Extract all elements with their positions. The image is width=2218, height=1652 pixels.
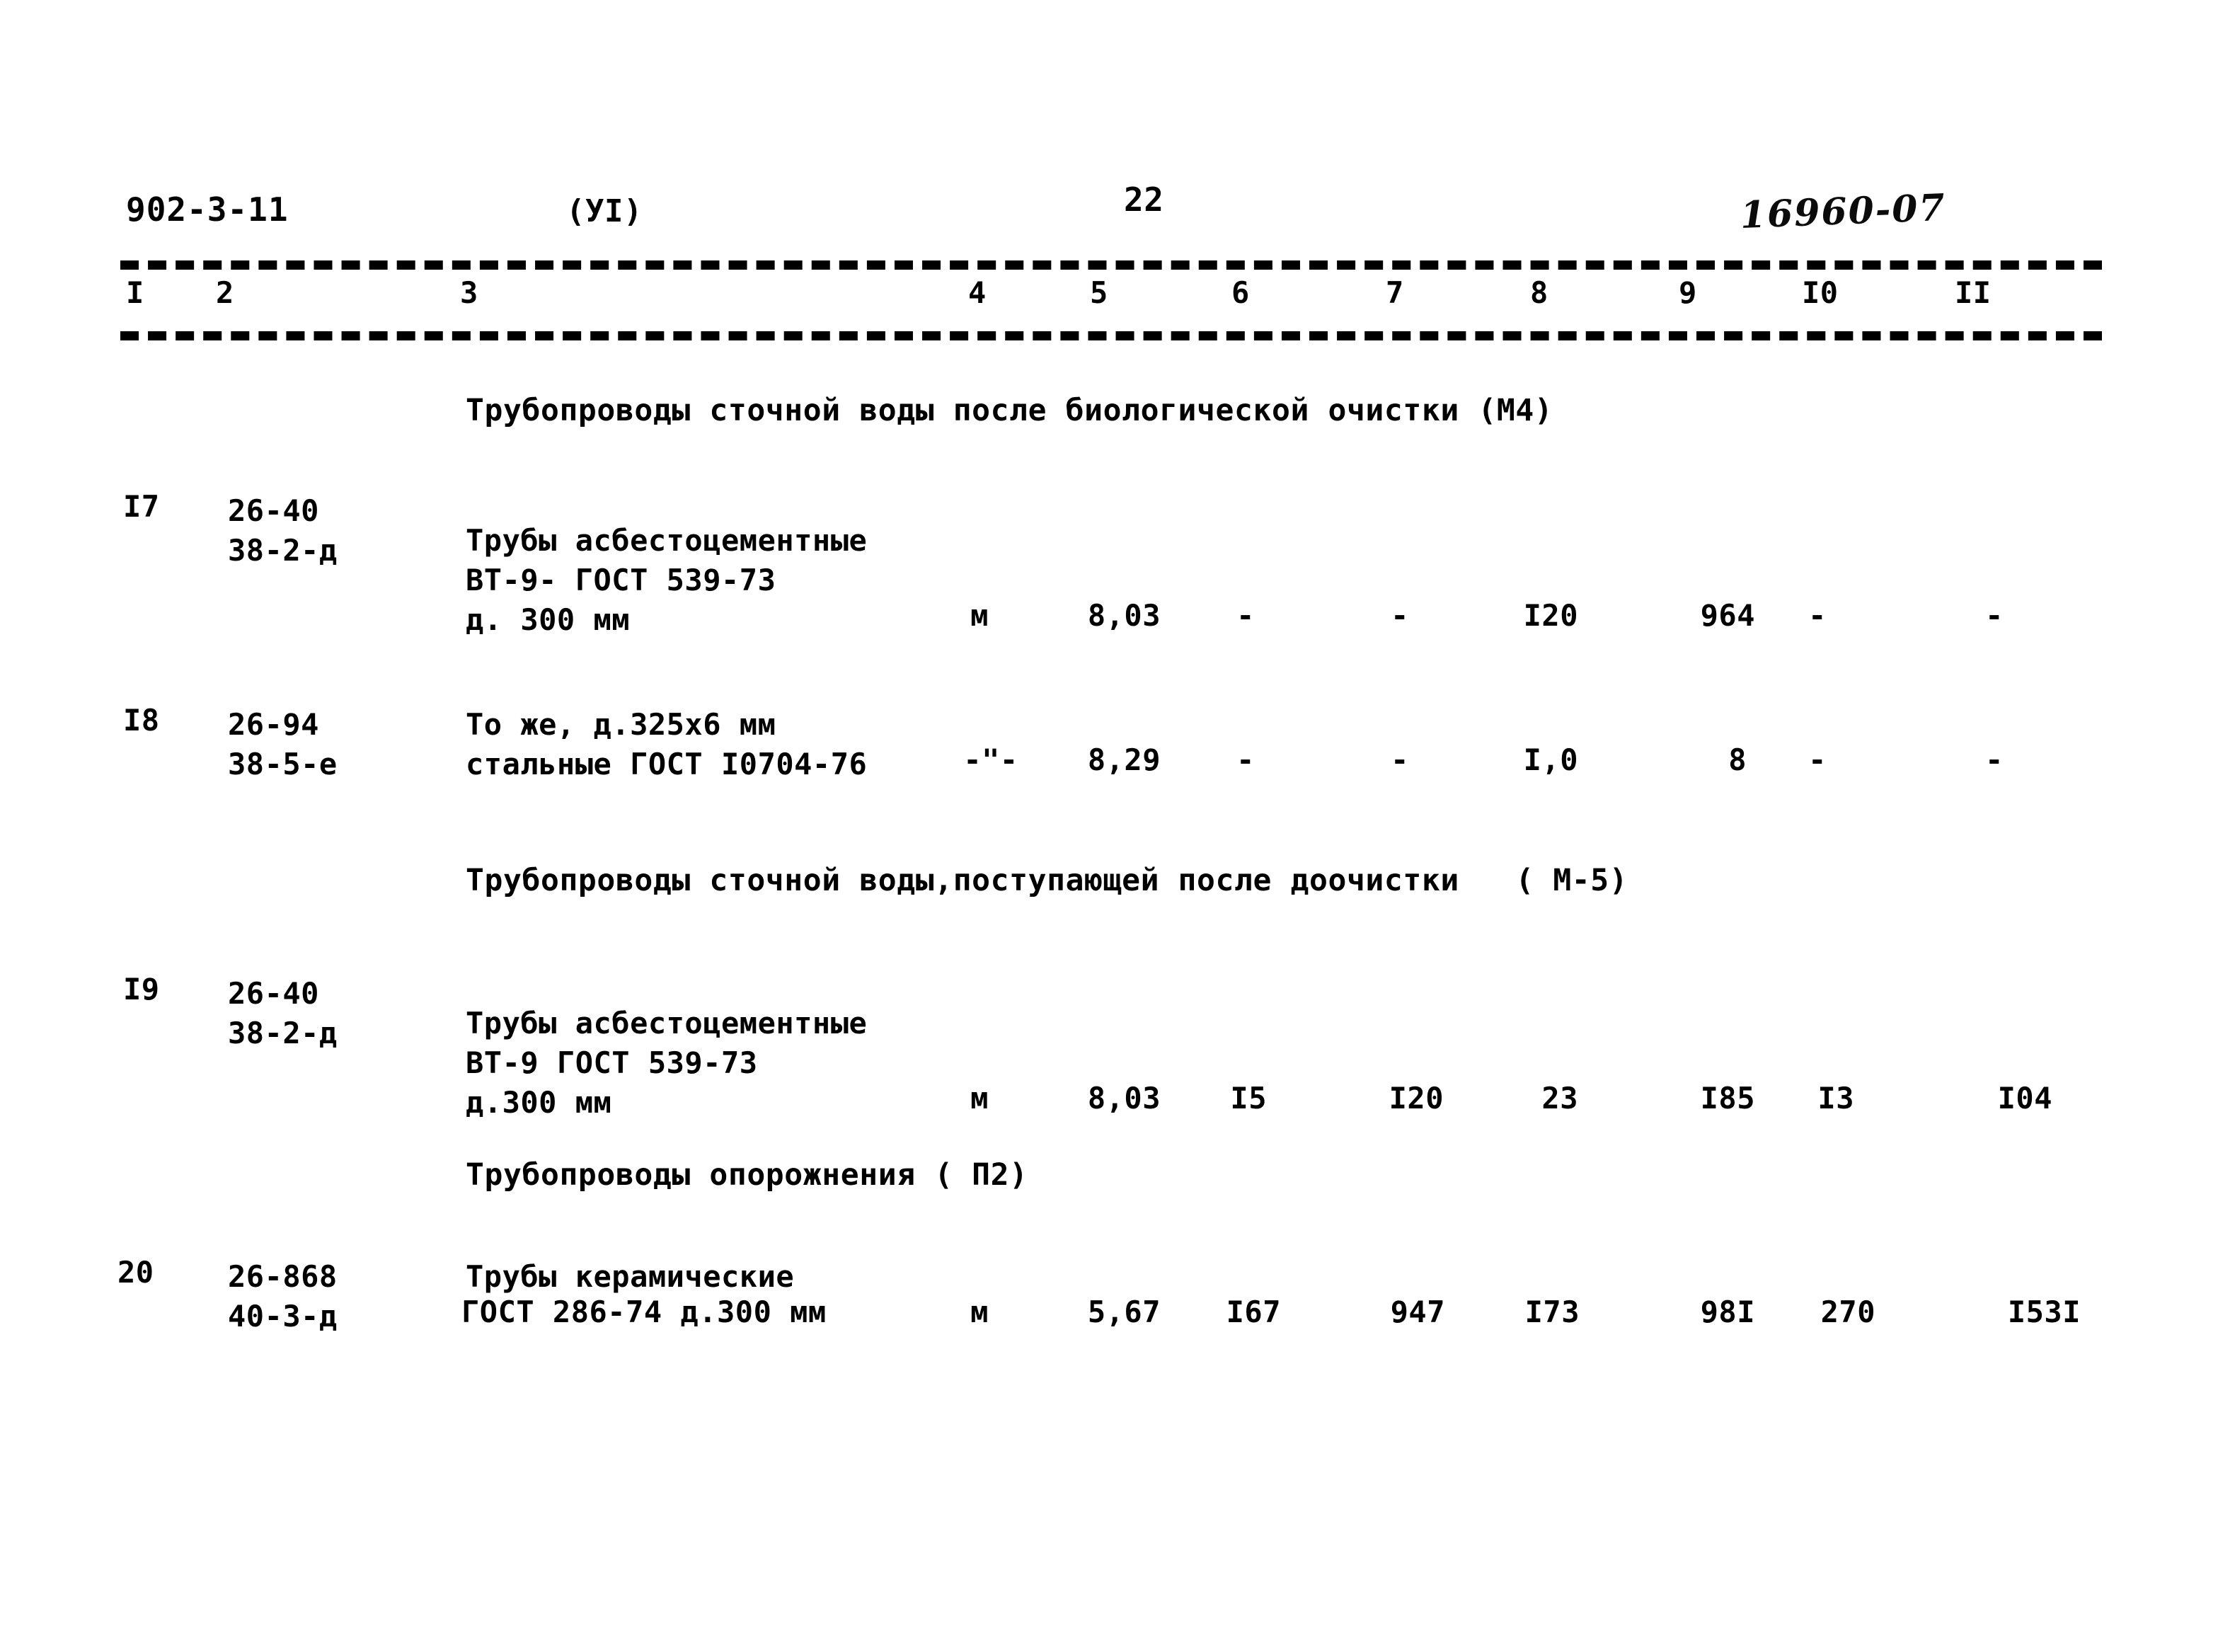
column-number-5: 5 — [1090, 275, 1108, 310]
row-description-line: ВТ-9- ГОСТ 539-73 — [466, 563, 776, 597]
column-number-4: 4 — [968, 275, 987, 310]
row-description-line: То же, д.325х6 мм — [466, 707, 776, 742]
row-value-8: 23 — [1541, 1081, 1578, 1115]
table-top-rule — [120, 260, 2102, 270]
row-value-5: 8,03 — [1087, 598, 1161, 633]
row-code-secondary: 38-2-д — [228, 1016, 338, 1050]
row-description-line: д.300 мм — [466, 1085, 612, 1120]
row-value-8: I73 — [1524, 1295, 1580, 1329]
row-value-10: 270 — [1820, 1295, 1875, 1329]
row-value-8: I,0 — [1523, 742, 1578, 777]
row-value-11: - — [1985, 742, 2004, 777]
row-value-9: 8 — [1728, 742, 1747, 777]
column-number-2: 2 — [216, 275, 234, 310]
row-number: I8 — [123, 703, 160, 738]
row-value-11: I04 — [1997, 1081, 2052, 1115]
row-value-5: 5,67 — [1087, 1295, 1161, 1329]
column-number-6: 6 — [1231, 275, 1250, 310]
row-value-6: - — [1236, 598, 1255, 633]
row-value-8: I20 — [1523, 598, 1578, 633]
row-value-10: - — [1808, 742, 1827, 777]
row-description-line: ВТ-9 ГОСТ 539-73 — [466, 1045, 758, 1080]
row-code-secondary: 40-3-д — [228, 1299, 338, 1333]
document-code: 902-3-11 — [126, 190, 289, 229]
row-unit: м — [970, 598, 989, 633]
section-heading-2: Трубопроводы сточной воды,поступающей по… — [466, 863, 1628, 898]
row-value-7: - — [1391, 598, 1409, 633]
row-value-11: - — [1985, 598, 2004, 633]
row-value-6: - — [1236, 742, 1255, 777]
row-code-primary: 26-94 — [228, 707, 319, 742]
row-value-5: 8,29 — [1087, 742, 1161, 777]
row-value-9: 964 — [1700, 598, 1755, 633]
row-code-secondary: 38-2-д — [228, 533, 338, 568]
row-unit: м — [970, 1295, 989, 1329]
document-page: 902-3-11 (УI) 22 16960-07 I 2 3 4 5 6 7 … — [0, 0, 2218, 1652]
column-number-1: I — [126, 275, 144, 310]
row-description-line: Трубы асбестоцементные — [466, 1006, 868, 1040]
row-value-9: I85 — [1700, 1081, 1755, 1115]
page-number: 22 — [1124, 180, 1164, 219]
row-number: I7 — [123, 489, 160, 524]
row-code-primary: 26-868 — [228, 1259, 338, 1294]
section-heading-1: Трубопроводы сточной воды после биологич… — [466, 393, 1553, 428]
row-description-line: д. 300 мм — [466, 602, 631, 637]
archive-stamp: 16960-07 — [1739, 185, 1947, 237]
table-header-rule — [120, 331, 2102, 340]
row-description-line: Трубы керамические — [466, 1259, 795, 1294]
row-value-7: - — [1391, 742, 1409, 777]
row-description-line: ГОСТ 286-74 д.300 мм — [461, 1295, 827, 1329]
row-description-line: Трубы асбестоцементные — [466, 523, 868, 558]
row-code-primary: 26-40 — [228, 493, 319, 528]
row-code-primary: 26-40 — [228, 976, 319, 1011]
column-number-10: I0 — [1802, 275, 1839, 310]
column-number-11: II — [1955, 275, 1992, 310]
row-number: I9 — [123, 972, 160, 1006]
row-value-10: - — [1808, 598, 1827, 633]
row-value-9: 98I — [1700, 1295, 1755, 1329]
section-heading-3: Трубопроводы опорожнения ( П2) — [466, 1157, 1028, 1193]
column-number-8: 8 — [1530, 275, 1548, 310]
row-value-5: 8,03 — [1087, 1081, 1161, 1115]
row-description-line: стальные ГОСТ I0704-76 — [466, 747, 868, 781]
row-value-6: I5 — [1230, 1081, 1267, 1115]
row-number: 20 — [117, 1255, 154, 1290]
row-value-6: I67 — [1226, 1295, 1281, 1329]
row-unit: м — [970, 1081, 989, 1115]
row-unit: -"- — [963, 742, 1018, 777]
part-code: (УI) — [566, 193, 643, 229]
column-number-3: 3 — [460, 275, 478, 310]
row-value-7: I20 — [1389, 1081, 1444, 1115]
row-value-11: I53I — [2007, 1295, 2081, 1329]
row-code-secondary: 38-5-е — [228, 747, 338, 781]
column-number-7: 7 — [1386, 275, 1404, 310]
row-value-7: 947 — [1390, 1295, 1445, 1329]
column-number-9: 9 — [1679, 275, 1697, 310]
row-value-10: I3 — [1817, 1081, 1854, 1115]
scan-overlay — [0, 0, 2218, 1652]
